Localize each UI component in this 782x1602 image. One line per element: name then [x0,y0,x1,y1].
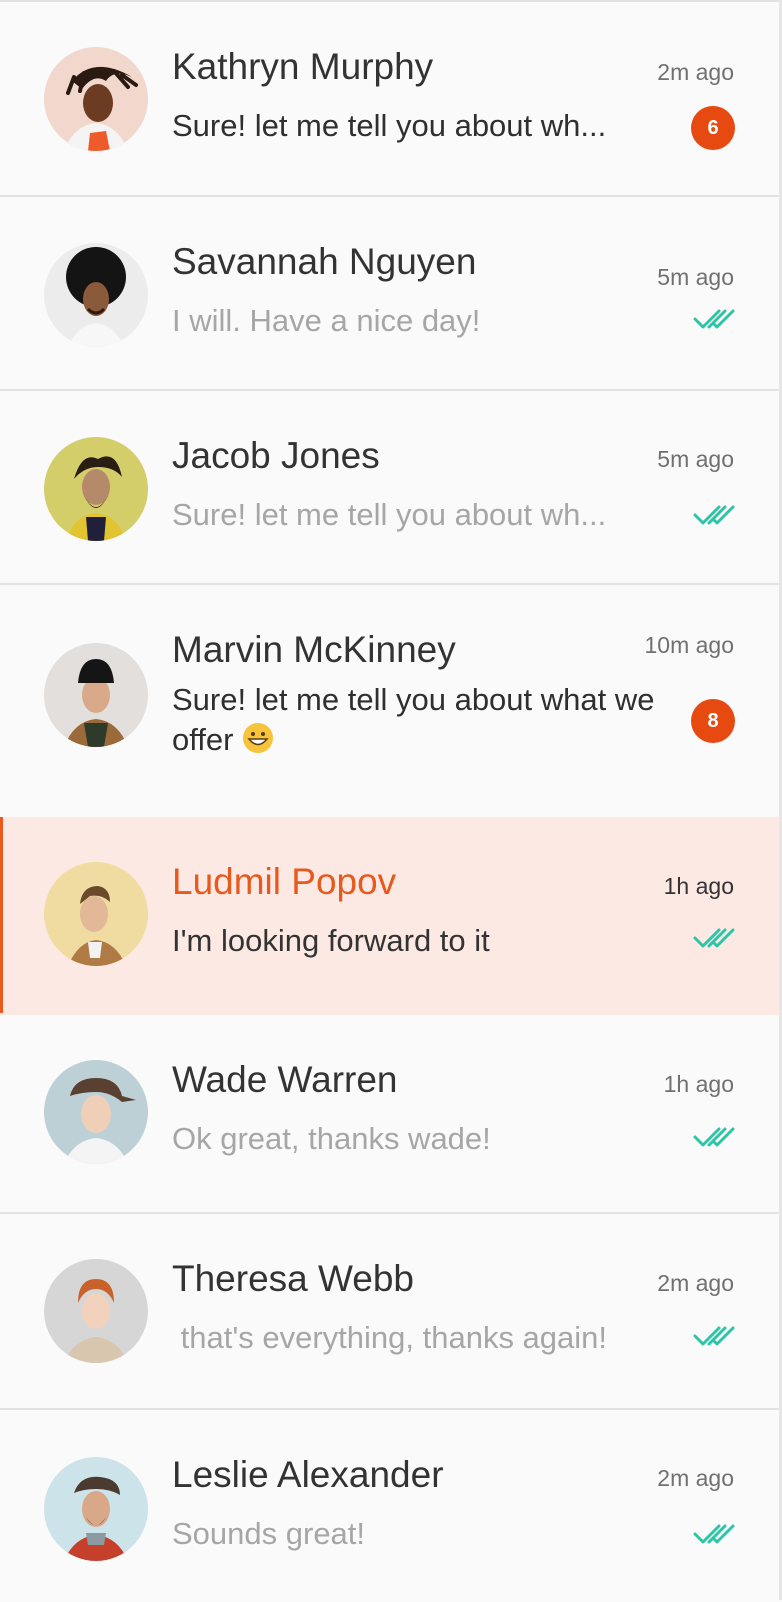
avatar [44,1259,148,1363]
double-check-icon [693,1125,735,1149]
message-timestamp: 2m ago [657,1270,734,1296]
message-preview: Sounds great! [172,1516,366,1551]
message-preview: I will. Have a nice day! [172,303,481,338]
conversation-item[interactable]: Theresa Webb 2m ago that's everything, t… [0,1214,779,1410]
message-preview: Sure! let me tell you about wh... [172,108,607,143]
avatar [44,47,148,151]
message-preview: Sure! let me tell you about wh... [172,497,607,532]
double-check-icon [693,503,735,527]
contact-name: Theresa Webb [172,1258,414,1299]
conversation-item[interactable]: Marvin McKinney 10m ago Sure! let me tel… [0,585,779,818]
conversation-item[interactable]: Wade Warren 1h ago Ok great, thanks wade… [0,1015,779,1214]
avatar [44,862,148,966]
double-check-icon [693,1324,735,1348]
message-timestamp: 10m ago [644,632,734,658]
avatar [44,243,148,347]
contact-name: Marvin McKinney [172,629,456,670]
contact-name: Leslie Alexander [172,1454,444,1495]
avatar [44,1060,148,1164]
contact-name: Kathryn Murphy [172,46,434,87]
avatar [44,437,148,541]
message-timestamp: 5m ago [657,446,734,472]
conversation-item[interactable]: Leslie Alexander 2m ago Sounds great! [0,1410,779,1602]
contact-name: Savannah Nguyen [172,241,477,282]
avatar [44,643,148,747]
message-timestamp: 2m ago [657,1465,734,1491]
avatar [44,1457,148,1561]
double-check-icon [693,307,735,331]
message-preview: that's everything, thanks again! [172,1320,608,1355]
conversation-item-selected[interactable]: Ludmil Popov 1h ago I'm looking forward … [0,817,779,1015]
unread-count-badge: 8 [691,699,735,743]
double-check-icon [693,926,735,950]
conversation-item[interactable]: Jacob Jones 5m ago Sure! let me tell you… [0,391,779,585]
message-preview: I'm looking forward to it [172,923,490,958]
message-timestamp: 1h ago [663,1071,734,1097]
conversation-list: Kathryn Murphy 2m ago Sure! let me tell … [0,0,782,1600]
double-check-icon [693,1522,735,1546]
message-timestamp: 5m ago [657,264,734,290]
unread-count-badge: 6 [691,106,735,150]
conversation-item[interactable]: Kathryn Murphy 2m ago Sure! let me tell … [0,2,779,197]
message-timestamp: 1h ago [663,873,734,899]
message-preview: Sure! let me tell you about what we offe… [172,682,655,757]
message-preview: Ok great, thanks wade! [172,1121,491,1156]
contact-name: Ludmil Popov [172,861,397,902]
contact-name: Jacob Jones [172,435,380,476]
message-timestamp: 2m ago [657,59,734,85]
conversation-item[interactable]: Savannah Nguyen 5m ago I will. Have a ni… [0,197,779,391]
grinning-face-emoji [242,722,274,754]
contact-name: Wade Warren [172,1059,398,1100]
